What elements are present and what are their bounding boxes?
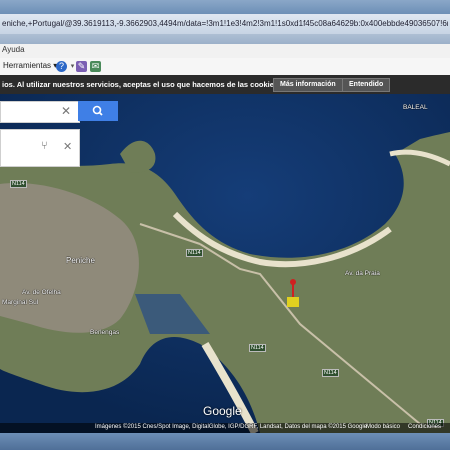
research-icon[interactable]: ✎ <box>76 61 87 72</box>
search-input[interactable]: ✕ <box>0 101 80 123</box>
road-n114-2: N114 <box>186 249 203 257</box>
blog-icon[interactable]: ✉ <box>90 61 101 72</box>
road-n114-1: N114 <box>10 180 27 188</box>
menu-item-help[interactable]: Ayuda <box>2 45 25 54</box>
title-bar <box>0 0 450 14</box>
search-icon <box>92 105 103 116</box>
browser-chrome: eniche,+Portugal/@39.3619113,-9.3662903,… <box>0 0 450 94</box>
directions-panel: ⑂ ✕ <box>0 129 80 167</box>
tools-menu[interactable]: Herramientas ▾ <box>3 61 57 70</box>
label-praia: Av. da Praia <box>345 270 380 277</box>
more-info-button[interactable]: Más información <box>273 78 343 92</box>
terms-link[interactable]: Condiciones <box>408 424 441 430</box>
cookie-banner: ios. Al utilizar nuestros servicios, ace… <box>0 75 450 94</box>
menu-bar: Ayuda <box>0 44 450 59</box>
status-bar <box>0 433 450 450</box>
road-n114-4: N114 <box>322 369 339 377</box>
help-icon[interactable]: ? <box>56 61 67 72</box>
close-icon[interactable]: ✕ <box>63 140 72 153</box>
label-avenue: Av. de Ofelha <box>22 289 61 296</box>
label-berlengas: Berlengas <box>90 329 120 336</box>
search-button[interactable] <box>78 101 118 121</box>
basic-mode-link[interactable]: Modo básico <box>366 424 400 430</box>
close-icon[interactable]: ✕ <box>61 104 71 118</box>
label-baleal: BALEAL <box>403 104 428 111</box>
imagery-credits: Imágenes ©2015 Cnes/Spot Image, DigitalG… <box>95 424 367 430</box>
label-peniche: Peniche <box>66 256 95 265</box>
cookie-message: ios. Al utilizar nuestros servicios, ace… <box>2 80 281 89</box>
map-footer: Imágenes ©2015 Cnes/Spot Image, DigitalG… <box>0 423 450 433</box>
directions-icon[interactable]: ⑂ <box>41 140 48 152</box>
url-text[interactable]: eniche,+Portugal/@39.3619113,-9.3662903,… <box>2 17 448 30</box>
address-bar[interactable]: eniche,+Portugal/@39.3619113,-9.3662903,… <box>0 14 450 35</box>
label-marginal: Marginal Sul <box>2 299 39 306</box>
google-logo: Google <box>203 404 242 418</box>
tab-strip <box>0 34 450 44</box>
tools-label: Herramientas <box>3 61 52 70</box>
road-n114-3: N114 <box>249 344 266 352</box>
accept-cookies-button[interactable]: Entendido <box>342 78 391 92</box>
command-bar: Herramientas ▾ ? ▾ ✎ ✉ <box>0 58 450 76</box>
